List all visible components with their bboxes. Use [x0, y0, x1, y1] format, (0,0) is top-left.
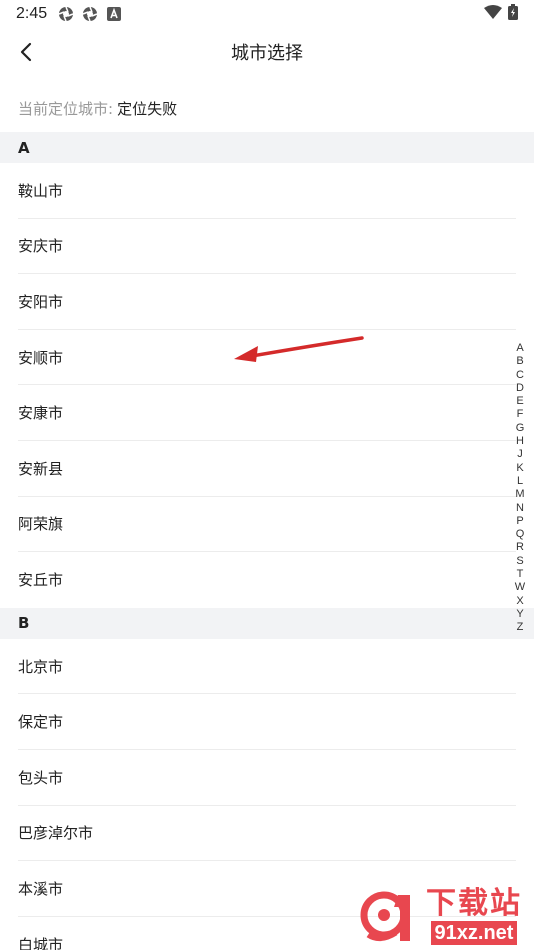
city-item[interactable]: 北京市 — [18, 639, 516, 695]
status-time: 2:45 — [16, 5, 48, 22]
wifi-icon — [484, 5, 502, 23]
city-item[interactable]: 安庆市 — [18, 219, 516, 275]
location-label: 当前定位城市: — [18, 99, 114, 118]
watermark-title: 下载站 — [426, 887, 522, 920]
city-item[interactable]: 安顺市 — [18, 330, 516, 386]
city-item[interactable]: 保定市 — [18, 694, 516, 750]
city-item[interactable]: 鞍山市 — [18, 163, 516, 219]
watermark-logo-icon — [360, 891, 410, 941]
city-item[interactable]: 阿荣旗 — [18, 497, 516, 553]
index-letter-f[interactable]: F — [517, 408, 524, 421]
aperture-icon — [57, 5, 75, 23]
city-item[interactable]: 包头市 — [18, 750, 516, 806]
a-box-icon — [105, 5, 123, 23]
index-letter-r[interactable]: R — [516, 541, 524, 554]
index-letter-n[interactable]: N — [516, 502, 524, 515]
index-letter-z[interactable]: Z — [517, 621, 524, 634]
index-letter-m[interactable]: M — [515, 488, 524, 501]
index-letter-t[interactable]: T — [517, 568, 524, 581]
back-button[interactable] — [10, 36, 42, 68]
alphabet-index-bar[interactable]: ABCDEFGHJKLMNPQRSTWXYZ — [512, 342, 528, 635]
index-letter-d[interactable]: D — [516, 382, 524, 395]
section-header-b: B — [0, 607, 534, 639]
status-bar: 2:45 — [0, 0, 534, 28]
city-item[interactable]: 安丘市 — [18, 552, 516, 608]
city-item[interactable]: 巴彦淖尔市 — [18, 806, 516, 862]
index-letter-g[interactable]: G — [516, 422, 525, 435]
index-letter-y[interactable]: Y — [516, 608, 523, 621]
nav-bar: 城市选择 — [0, 28, 534, 76]
current-location: 当前定位城市: 定位失败 — [18, 94, 177, 122]
battery-icon — [508, 4, 518, 24]
location-value[interactable]: 定位失败 — [117, 98, 177, 119]
page-title: 城市选择 — [231, 43, 303, 64]
index-letter-w[interactable]: W — [515, 581, 525, 594]
index-letter-b[interactable]: B — [516, 355, 523, 368]
index-letter-l[interactable]: L — [517, 475, 523, 488]
index-letter-h[interactable]: H — [516, 435, 524, 448]
city-item[interactable]: 安阳市 — [18, 274, 516, 330]
index-letter-c[interactable]: C — [516, 369, 524, 382]
watermark: 下载站 91xz.net — [360, 882, 530, 950]
watermark-url: 91xz.net — [430, 921, 518, 945]
index-letter-p[interactable]: P — [516, 515, 523, 528]
chevron-left-icon — [20, 42, 32, 62]
index-letter-j[interactable]: J — [517, 448, 523, 461]
index-letter-s[interactable]: S — [516, 555, 523, 568]
city-item[interactable]: 安新县 — [18, 441, 516, 497]
aperture-icon — [81, 5, 99, 23]
city-item[interactable]: 安康市 — [18, 385, 516, 441]
city-list: A 鞍山市 安庆市 安阳市 安顺市 安康市 安新县 阿荣旗 安丘市 B 北京市 … — [0, 132, 534, 950]
index-letter-q[interactable]: Q — [516, 528, 525, 541]
index-letter-e[interactable]: E — [516, 395, 523, 408]
index-letter-a[interactable]: A — [516, 342, 523, 355]
section-header-a: A — [0, 132, 534, 163]
index-letter-k[interactable]: K — [516, 462, 523, 475]
index-letter-x[interactable]: X — [516, 595, 523, 608]
